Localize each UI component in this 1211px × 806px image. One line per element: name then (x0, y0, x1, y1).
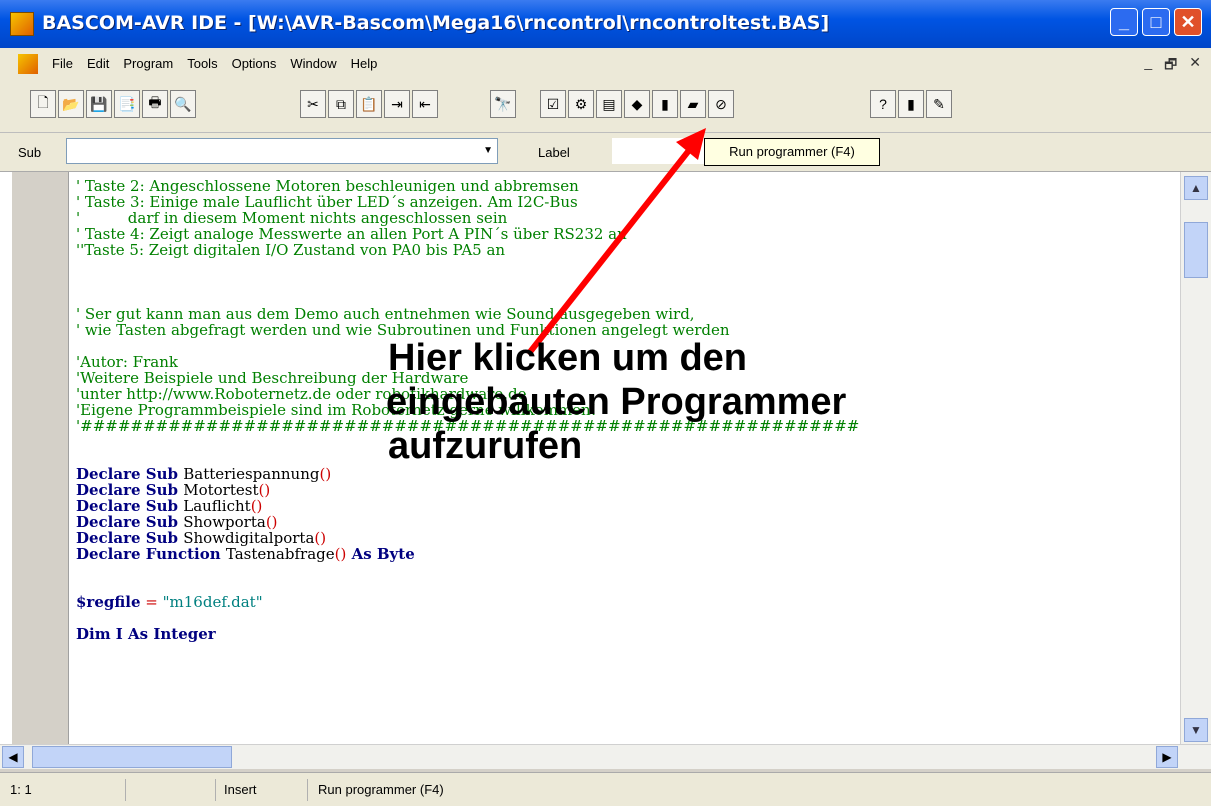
code-line: Declare Sub Batteriespannung() (76, 465, 332, 483)
save-as-icon[interactable]: 📑 (114, 90, 140, 118)
status-bar: 1: 1 Insert Run programmer (F4) (0, 772, 1211, 806)
vertical-scroll-thumb[interactable] (1184, 222, 1208, 278)
scroll-right-icon[interactable]: ▶ (1156, 746, 1178, 768)
compiled-result-icon[interactable]: ▤ (596, 90, 622, 118)
help-icon[interactable]: ? (870, 90, 896, 118)
menu-options[interactable]: Options (232, 56, 277, 71)
mdi-close-button[interactable]: ✕ (1189, 54, 1201, 78)
toolbar-group: ☑ ⚙ ▤ ◆ ▮ ▰ ⊘ (540, 90, 734, 118)
code-line: ' darf in diesem Moment nichts angeschlo… (76, 209, 508, 227)
toolbar: 🗋 📂 💾 📑 🖶 🔍 ✂ ⧉ 📋 ⇥ ⇤ 🔭 ☑ ⚙ ▤ ◆ ▮ ▰ ⊘? ▮ ✎ (0, 82, 1211, 133)
mdi-restore-button[interactable]: 🗗 (1164, 54, 1177, 78)
print-preview-icon[interactable]: 🔍 (170, 90, 196, 118)
toolbar-group: ? ▮ ✎ (870, 90, 952, 118)
print-icon[interactable]: 🖶 (142, 90, 168, 118)
horizontal-scroll-thumb[interactable] (32, 746, 232, 768)
status-message: Run programmer (F4) (318, 782, 444, 797)
toolbar-group: 🔭 (490, 90, 516, 118)
chevron-down-icon[interactable]: ▼ (483, 145, 493, 156)
simulate-icon[interactable]: ◆ (624, 90, 650, 118)
open-file-icon[interactable]: 📂 (58, 90, 84, 118)
tooltip: Run programmer (F4) (704, 138, 880, 166)
menu-bar: File Edit Program Tools Options Window H… (0, 48, 1211, 83)
sub-label: Sub (18, 145, 42, 160)
stop-icon[interactable]: ⊘ (708, 90, 734, 118)
maximize-button[interactable]: □ (1142, 8, 1170, 36)
menu-window[interactable]: Window (290, 56, 336, 71)
code-line: Declare Sub Showporta() (76, 513, 278, 531)
new-file-icon[interactable]: 🗋 (30, 90, 56, 118)
menu-program[interactable]: Program (123, 56, 173, 71)
paste-icon[interactable]: 📋 (356, 90, 382, 118)
toolbar-group: 🗋 📂 💾 📑 🖶 🔍 (30, 90, 196, 118)
indent-icon[interactable]: ⇥ (384, 90, 410, 118)
sub-label-bar: Sub ▼ Label (0, 133, 1211, 172)
code-line: Declare Sub Motortest() (76, 481, 271, 499)
code-line: $regfile = "m16def.dat" (76, 593, 263, 611)
menu-edit[interactable]: Edit (87, 56, 109, 71)
menu-items: File Edit Program Tools Options Window H… (52, 56, 377, 71)
scroll-down-icon[interactable]: ▼ (1184, 718, 1208, 742)
editor-gutter (12, 172, 69, 744)
mdi-minimize-button[interactable]: _ (1144, 54, 1152, 78)
document-icon[interactable] (18, 54, 38, 74)
compile-icon[interactable]: ⚙ (568, 90, 594, 118)
menu-file[interactable]: File (52, 56, 73, 71)
code-line: ' Ser gut kann man aus dem Demo auch ent… (76, 305, 695, 323)
copy-icon[interactable]: ⧉ (328, 90, 354, 118)
code-line: ' Taste 4: Zeigt analoge Messwerte an al… (76, 225, 627, 243)
code-line: ''Taste 5: Zeigt digitalen I/O Zustand v… (76, 241, 506, 259)
scroll-left-icon[interactable]: ◀ (2, 746, 24, 768)
mdi-controls: _ 🗗 ✕ (1144, 54, 1201, 78)
title-bar: BASCOM-AVR IDE - [W:\AVR-Bascom\Mega16\r… (0, 0, 1211, 48)
vertical-scrollbar[interactable]: ▲ ▼ (1180, 172, 1211, 744)
check-syntax-icon[interactable]: ☑ (540, 90, 566, 118)
code-line: Declare Function Tastenabfrage() As Byte (76, 545, 415, 563)
send-to-chip-icon[interactable]: ▰ (680, 90, 706, 118)
annotation-line-1: Hier klicken um den (388, 337, 748, 379)
unindent-icon[interactable]: ⇤ (412, 90, 438, 118)
run-programmer-icon[interactable]: ▮ (652, 90, 678, 118)
exit-icon[interactable]: ▮ (898, 90, 924, 118)
code-line: Declare Sub Showdigitalporta() (76, 529, 327, 547)
menu-tools[interactable]: Tools (187, 56, 217, 71)
code-line: Declare Sub Lauflicht() (76, 497, 263, 515)
annotation-text: Hier klicken um den eingebauten Programm… (386, 336, 847, 468)
close-button[interactable]: ✕ (1174, 8, 1202, 36)
app-icon (10, 12, 34, 36)
toolbar-group: ✂ ⧉ 📋 ⇥ ⇤ (300, 90, 438, 118)
code-line: ' Taste 3: Einige male Lauflicht über LE… (76, 193, 578, 211)
tip-icon[interactable]: ✎ (926, 90, 952, 118)
cut-icon[interactable]: ✂ (300, 90, 326, 118)
code-line: ' Taste 2: Angeschlossene Motoren beschl… (76, 177, 579, 195)
annotation-line-3: aufzurufen (388, 425, 583, 467)
menu-help[interactable]: Help (351, 56, 378, 71)
minimize-button[interactable]: _ (1110, 8, 1138, 36)
sub-combo[interactable]: ▼ (66, 138, 498, 164)
label-label: Label (538, 145, 570, 160)
horizontal-scrollbar[interactable]: ◀ ▶ (0, 744, 1211, 769)
status-position: 1: 1 (6, 779, 126, 801)
window-title: BASCOM-AVR IDE - [W:\AVR-Bascom\Mega16\r… (42, 12, 830, 34)
code-line: Dim I As Integer (76, 625, 216, 643)
scroll-up-icon[interactable]: ▲ (1184, 176, 1208, 200)
annotation-line-2: eingebauten Programmer (386, 381, 847, 423)
status-modified (126, 779, 216, 801)
label-input[interactable] (612, 138, 704, 164)
save-icon[interactable]: 💾 (86, 90, 112, 118)
find-icon[interactable]: 🔭 (490, 90, 516, 118)
status-mode: Insert (216, 779, 308, 801)
